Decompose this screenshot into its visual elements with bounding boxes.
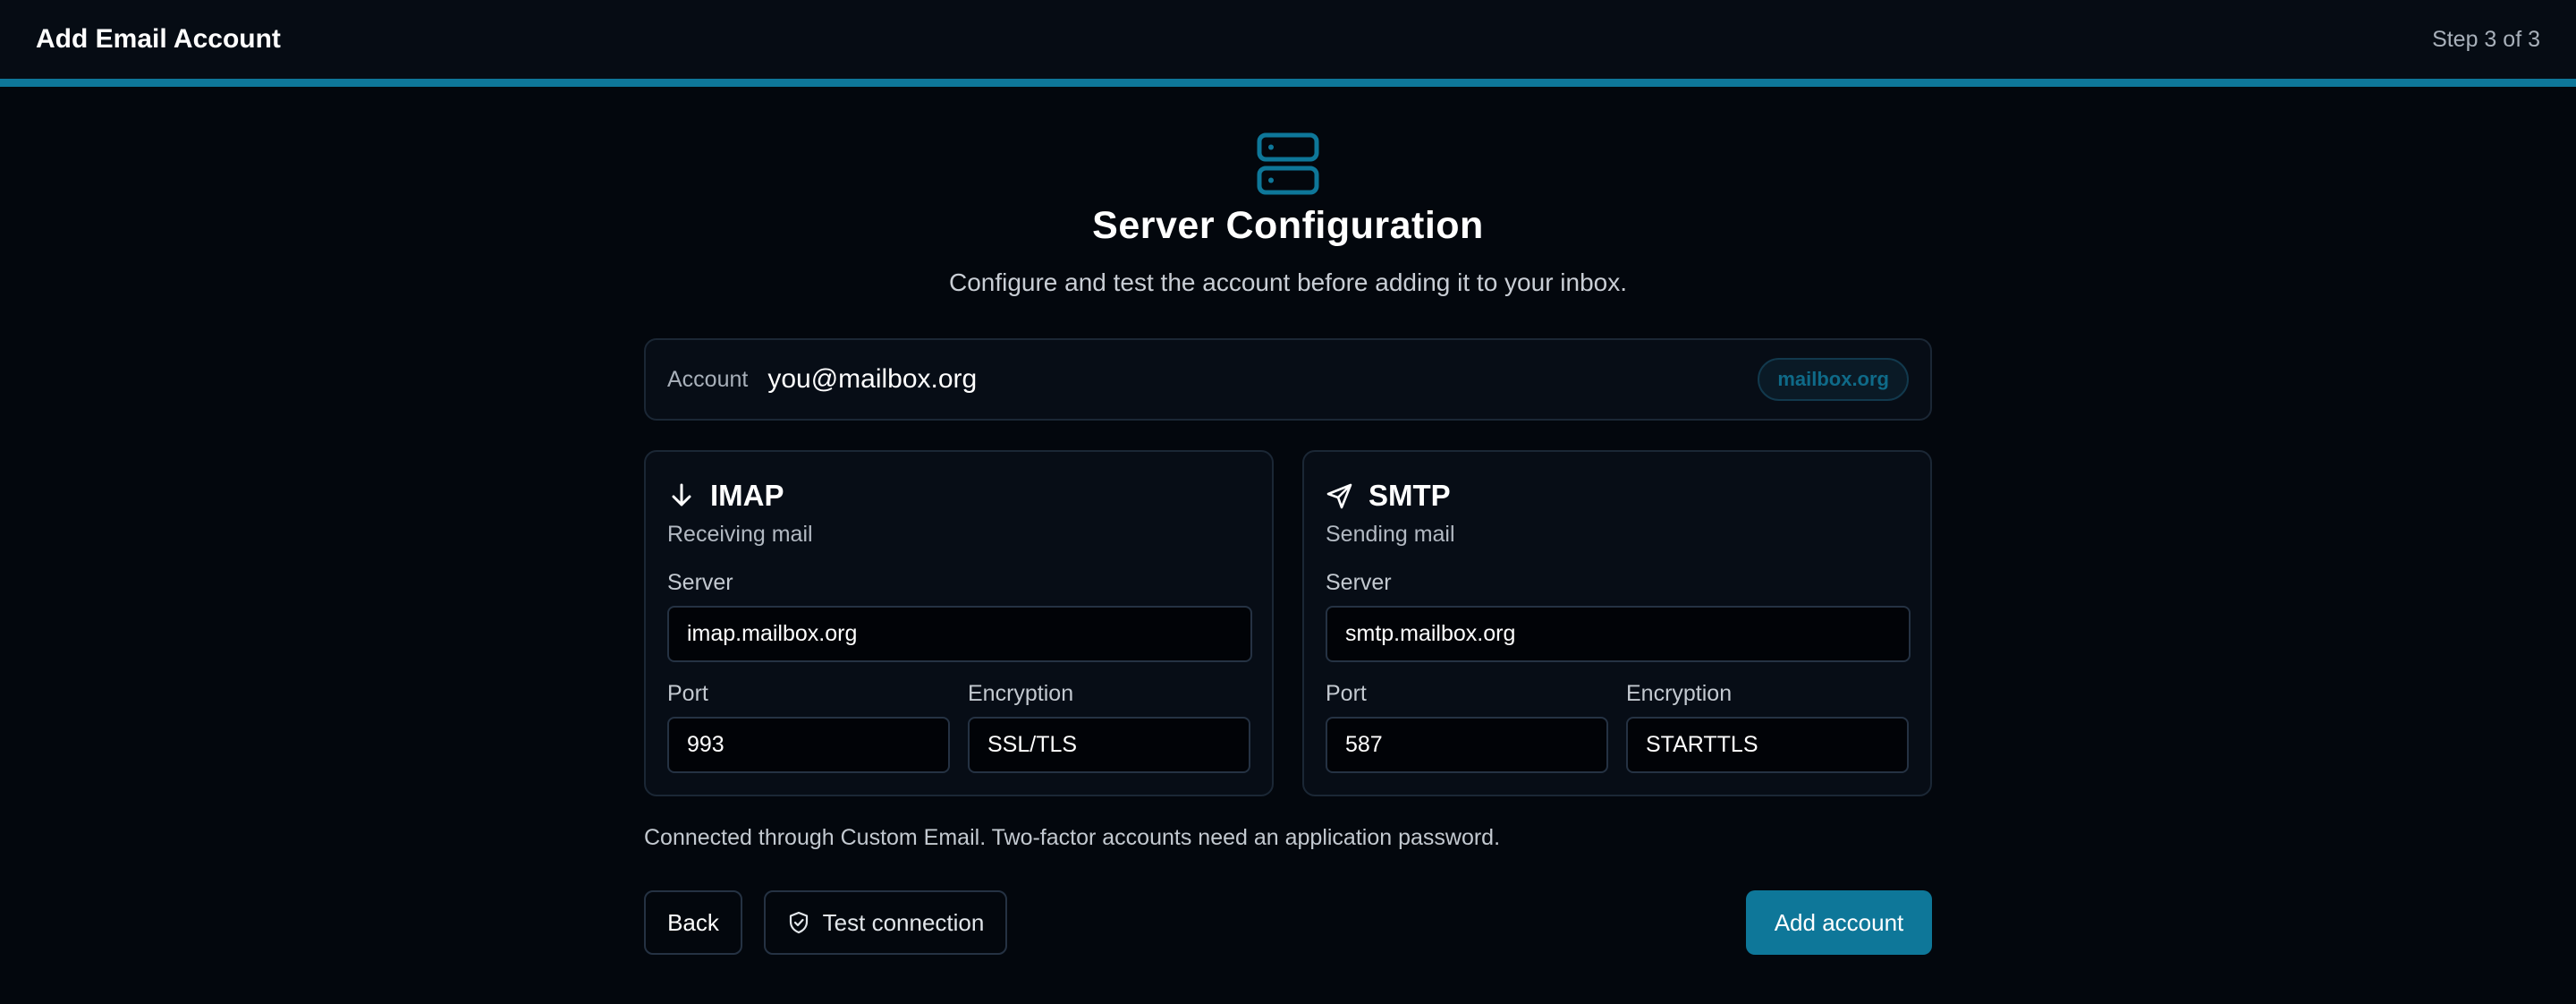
test-connection-label: Test connection — [822, 908, 985, 936]
smtp-card: SMTP Sending mail Server smtp.mailbox.or… — [1302, 450, 1932, 796]
smtp-encryption-label: Encryption — [1626, 681, 1733, 706]
server-icon — [1257, 132, 1319, 195]
page-subtitle: Configure and test the account before ad… — [948, 268, 1628, 296]
progress-bar-fill — [0, 79, 2576, 87]
smtp-card-header: SMTP — [1326, 479, 1451, 513]
imap-server-label: Server — [667, 570, 733, 595]
smtp-server-field[interactable]: smtp.mailbox.org — [1326, 606, 1911, 662]
send-icon — [1326, 483, 1352, 509]
back-button-label: Back — [667, 908, 719, 936]
account-email: you@mailbox.org — [767, 364, 978, 394]
imap-encryption-label: Encryption — [968, 681, 1074, 706]
app-header: Add Email Account Step 3 of 3 — [0, 0, 2576, 79]
step-indicator: Step 3 of 3 — [2432, 26, 2540, 52]
test-connection-button[interactable]: Test connection — [764, 890, 1007, 955]
account-summary: Account you@mailbox.org mailbox.org — [644, 338, 1932, 421]
add-account-label: Add account — [1774, 908, 1904, 936]
header-title: Add Email Account — [36, 24, 281, 54]
progress-bar — [0, 79, 2576, 87]
imap-card: IMAP Receiving mail Server imap.mailbox.… — [644, 450, 1274, 796]
imap-server-field[interactable]: imap.mailbox.org — [667, 606, 1252, 662]
smtp-server-label: Server — [1326, 570, 1392, 595]
arrow-down-icon — [672, 483, 691, 506]
account-label: Account — [667, 366, 749, 392]
imap-title: IMAP — [710, 479, 784, 512]
imap-port-field[interactable]: 993 — [667, 717, 950, 773]
imap-card-header: IMAP — [667, 479, 784, 513]
imap-port-label: Port — [667, 681, 708, 706]
imap-encryption-field[interactable]: SSL/TLS — [968, 717, 1250, 773]
smtp-port-label: Port — [1326, 681, 1367, 706]
smtp-title: SMTP — [1368, 479, 1451, 512]
smtp-description: Sending mail — [1326, 522, 1455, 547]
smtp-encryption-field[interactable]: STARTTLS — [1626, 717, 1909, 773]
page-title: Server Configuration — [1092, 204, 1484, 247]
shield-check-icon — [789, 911, 808, 934]
smtp-port-field[interactable]: 587 — [1326, 717, 1608, 773]
domain-badge: mailbox.org — [1758, 358, 1909, 401]
imap-description: Receiving mail — [667, 522, 813, 547]
add-account-button[interactable]: Add account — [1746, 890, 1932, 955]
back-button[interactable]: Back — [644, 890, 742, 955]
connection-note: Connected through Custom Email. Two-fact… — [644, 825, 1501, 850]
